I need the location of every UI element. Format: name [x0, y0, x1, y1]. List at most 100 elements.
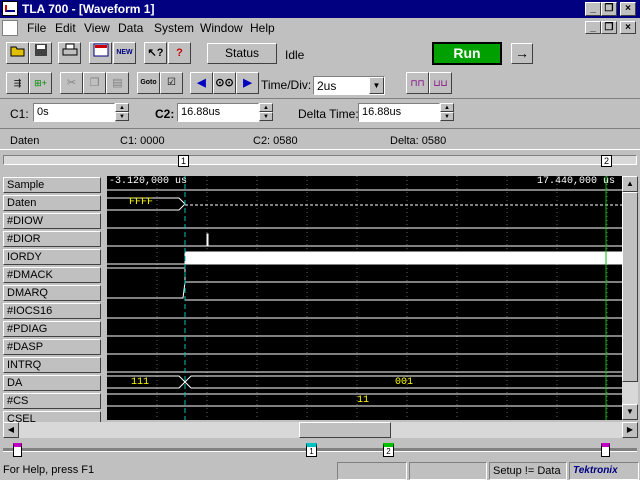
- marker-2-ruler[interactable]: 2: [383, 443, 394, 457]
- help-text: For Help, press F1: [3, 464, 95, 476]
- zoom-in-icon[interactable]: ⊓⊓: [406, 72, 429, 94]
- mdi-minimize-icon[interactable]: _: [585, 21, 601, 34]
- delta-time-spinner[interactable]: ▲ ▼: [440, 103, 454, 122]
- tektronix-logo: Tektronix: [569, 462, 639, 480]
- info-bar: Daten C1: 0000 C2: 0580 Delta: 0580: [0, 128, 640, 150]
- scroll-left-icon[interactable]: ◀: [3, 422, 19, 438]
- arrow-button[interactable]: →: [511, 43, 533, 64]
- acquisition-state: Idle: [285, 48, 305, 62]
- goto-icon[interactable]: Goto: [137, 72, 160, 94]
- c2-label: C2:: [155, 107, 175, 121]
- status-button[interactable]: Status: [207, 43, 277, 64]
- menu-edit[interactable]: Edit: [55, 21, 76, 35]
- menu-file[interactable]: File: [27, 21, 46, 35]
- marker-2-overview[interactable]: 2: [601, 155, 612, 167]
- signal-label[interactable]: #DIOR: [3, 231, 101, 247]
- menu-data[interactable]: Data: [118, 21, 143, 35]
- timediv-value: 2us: [317, 79, 337, 93]
- timeline-end: 17.440,000 us: [537, 176, 616, 187]
- open-icon[interactable]: [6, 42, 29, 64]
- signal-label[interactable]: #IOCS16: [3, 303, 101, 319]
- new-window-icon[interactable]: NEW: [113, 42, 136, 64]
- info-group: Daten: [10, 135, 40, 147]
- menu-system[interactable]: System: [154, 21, 194, 35]
- marker-ruler[interactable]: 1 2: [3, 440, 637, 460]
- zoom-out-icon[interactable]: ⊔⊔: [429, 72, 452, 94]
- properties-icon[interactable]: ☑: [160, 72, 183, 94]
- ruler-track: [3, 448, 637, 452]
- run-button[interactable]: Run: [432, 42, 502, 65]
- signal-label[interactable]: #DIOW: [3, 213, 101, 229]
- document-icon[interactable]: [2, 20, 18, 36]
- c2-spinner[interactable]: ▲ ▼: [259, 103, 273, 122]
- context-help-icon[interactable]: ↖?: [144, 42, 167, 64]
- status-pane-1: [337, 462, 407, 480]
- signal-label[interactable]: Daten: [3, 195, 101, 211]
- menu-window[interactable]: Window: [200, 21, 243, 35]
- signal-label[interactable]: #CS: [3, 393, 101, 409]
- delta-time-input[interactable]: 16.88us: [358, 103, 440, 122]
- menu-view[interactable]: View: [84, 21, 110, 35]
- horizontal-scrollbar[interactable]: ◀ ▶: [3, 422, 638, 438]
- signal-label[interactable]: DMARQ: [3, 285, 101, 301]
- print-icon[interactable]: [58, 42, 81, 64]
- timediv-select[interactable]: 2us ▼: [313, 76, 385, 95]
- search-prev-icon[interactable]: ◀: [190, 72, 213, 94]
- c2-input[interactable]: 16.88us: [177, 103, 259, 122]
- add-signal-icon[interactable]: ⇶: [6, 72, 29, 94]
- signal-label[interactable]: #PDIAG: [3, 321, 101, 337]
- vertical-scroll-thumb[interactable]: [622, 192, 638, 382]
- cs-value: 11: [357, 395, 370, 406]
- signal-label[interactable]: IORDY: [3, 249, 101, 265]
- scroll-down-icon[interactable]: ▼: [622, 404, 638, 420]
- mdi-restore-icon[interactable]: ❐: [601, 21, 617, 34]
- delta-time-label: Delta Time:: [298, 107, 359, 121]
- title-bar: TLA 700 - [Waveform 1] _ ❐ ×: [0, 0, 640, 18]
- signal-label[interactable]: INTRQ: [3, 357, 101, 373]
- menu-bar: File Edit View Data System Window Help _…: [0, 18, 640, 38]
- cut-icon: ✂: [60, 72, 83, 94]
- scroll-up-icon[interactable]: ▲: [622, 176, 638, 192]
- marker-1-ruler[interactable]: 1: [306, 443, 317, 457]
- toolbar-main: NEW ↖? ? Status Idle Run →: [0, 38, 640, 68]
- copy-icon: ❐: [83, 72, 106, 94]
- signal-label[interactable]: #DMACK: [3, 267, 101, 283]
- signal-label[interactable]: CSEL: [3, 411, 101, 422]
- save-icon[interactable]: [29, 42, 52, 64]
- window-layout-icon[interactable]: [89, 42, 112, 64]
- end-marker-icon[interactable]: [601, 443, 610, 457]
- daten-value: FFFF: [129, 197, 154, 208]
- menu-help[interactable]: Help: [250, 21, 275, 35]
- scroll-right-icon[interactable]: ▶: [622, 422, 638, 438]
- da-value-after: 001: [395, 377, 414, 388]
- signal-label[interactable]: Sample: [3, 177, 101, 193]
- app-icon[interactable]: [2, 1, 18, 16]
- signal-label[interactable]: #DASP: [3, 339, 101, 355]
- mdi-close-icon[interactable]: ×: [620, 21, 636, 34]
- begin-marker-icon[interactable]: [13, 443, 22, 457]
- window-title: TLA 700 - [Waveform 1]: [22, 2, 155, 16]
- overview-ruler[interactable]: [3, 155, 637, 165]
- vertical-scrollbar[interactable]: ▲ ▼: [622, 176, 638, 420]
- restore-icon[interactable]: ❐: [601, 2, 617, 16]
- waveform-display[interactable]: -3.120,000 us 17.440,000 us FFFF 111 001…: [107, 176, 622, 420]
- search-next-icon[interactable]: ▶: [236, 72, 259, 94]
- timediv-label: Time/Div:: [261, 78, 312, 92]
- cursor-bar: C1: 0s ▲ ▼ C2: 16.88us ▲ ▼ Delta Time: 16.…: [0, 98, 640, 126]
- c1-input[interactable]: 0s: [33, 103, 115, 122]
- signal-label[interactable]: DA: [3, 375, 101, 391]
- paste-icon: ▤: [106, 72, 129, 94]
- add-waveform-icon[interactable]: ⊞+: [29, 72, 52, 94]
- search-binoculars-icon[interactable]: ⊙⊙: [213, 72, 236, 94]
- minimize-icon[interactable]: _: [585, 2, 601, 16]
- setup-status: Setup != Data: [489, 462, 567, 480]
- help-icon[interactable]: ?: [168, 42, 191, 64]
- chevron-down-icon[interactable]: ▼: [369, 77, 384, 94]
- status-pane-2: [409, 462, 487, 480]
- c1-spinner[interactable]: ▲ ▼: [115, 103, 129, 122]
- info-delta: Delta: 0580: [390, 135, 447, 147]
- marker-1-overview[interactable]: 1: [178, 155, 189, 167]
- info-c2: C2: 0580: [253, 135, 298, 147]
- horizontal-scroll-thumb[interactable]: [299, 422, 391, 438]
- close-icon[interactable]: ×: [620, 2, 636, 16]
